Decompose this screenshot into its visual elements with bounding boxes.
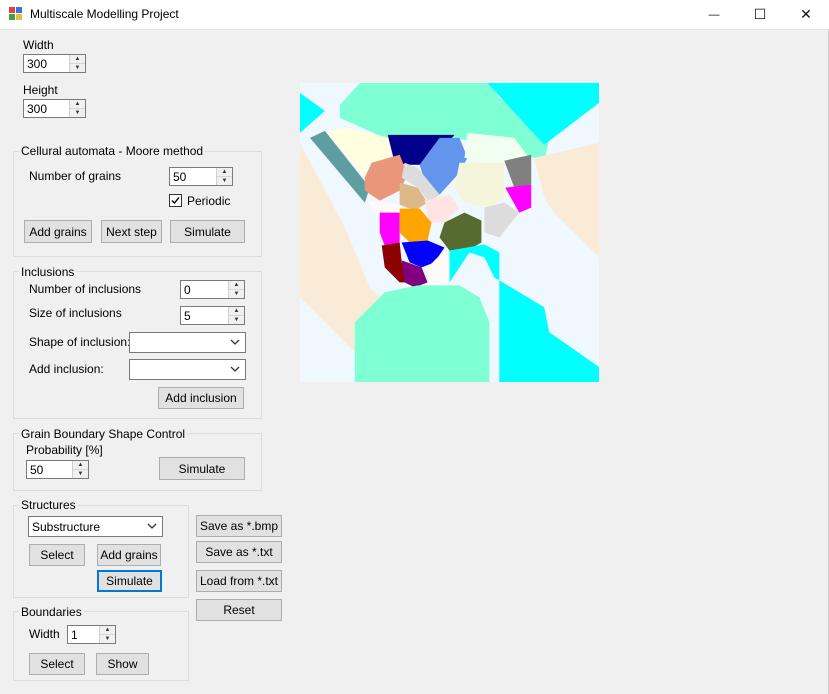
width-label: Width: [23, 38, 54, 52]
boundary-width-label: Width: [29, 627, 60, 641]
height-up-icon[interactable]: ▲: [70, 100, 85, 109]
boundary-width-down-icon[interactable]: ▼: [100, 635, 115, 643]
close-icon: ✕: [800, 6, 812, 22]
ca-simulate-button[interactable]: Simulate: [170, 220, 245, 243]
add-inclusion-label: Add inclusion:: [29, 362, 104, 376]
add-inclusion-button[interactable]: Add inclusion: [158, 387, 244, 409]
inclusions-size-label: Size of inclusions: [29, 306, 122, 320]
structures-simulate-button[interactable]: Simulate: [97, 570, 162, 592]
inclusions-size-stepper[interactable]: 5 ▲ ▼: [180, 306, 245, 325]
height-stepper[interactable]: 300 ▲ ▼: [23, 99, 86, 118]
height-label: Height: [23, 83, 58, 97]
app-icon: [9, 7, 22, 20]
boundary-width-up-icon[interactable]: ▲: [100, 626, 115, 635]
boundaries-select-button[interactable]: Select: [29, 653, 85, 675]
gbsc-group-title: Grain Boundary Shape Control: [19, 427, 188, 441]
inclusions-size-value: 5: [184, 309, 191, 323]
microstructure-canvas[interactable]: [300, 83, 599, 382]
grains-value: 50: [173, 170, 187, 184]
minimize-icon: —: [708, 8, 720, 21]
inclusions-number-down-icon[interactable]: ▼: [229, 290, 244, 298]
periodic-label: Periodic: [187, 194, 231, 208]
boundaries-show-button[interactable]: Show: [96, 653, 149, 675]
maximize-button[interactable]: ☐: [737, 0, 783, 29]
check-icon: [171, 197, 180, 205]
boundary-width-stepper[interactable]: 1 ▲ ▼: [67, 625, 116, 644]
probability-value: 50: [30, 463, 44, 477]
width-down-icon[interactable]: ▼: [70, 64, 85, 72]
grains-up-icon[interactable]: ▲: [217, 168, 232, 177]
periodic-checkbox[interactable]: [169, 194, 182, 207]
maximize-icon: ☐: [753, 6, 767, 22]
probability-down-icon[interactable]: ▼: [73, 470, 88, 478]
gbsc-simulate-button[interactable]: Simulate: [159, 457, 245, 480]
inclusions-number-label: Number of inclusions: [29, 282, 142, 296]
add-grains-button[interactable]: Add grains: [24, 220, 92, 243]
width-up-icon[interactable]: ▲: [70, 55, 85, 64]
shape-label: Shape of inclusion:: [29, 335, 131, 349]
save-bmp-button[interactable]: Save as *.bmp: [196, 515, 282, 537]
grains-stepper[interactable]: 50 ▲ ▼: [169, 167, 233, 186]
chevron-down-icon: [230, 339, 240, 345]
structures-add-grains-button[interactable]: Add grains: [97, 544, 161, 566]
minimize-button[interactable]: —: [691, 0, 737, 29]
inclusions-number-stepper[interactable]: 0 ▲ ▼: [180, 280, 245, 299]
inclusions-size-up-icon[interactable]: ▲: [229, 307, 244, 316]
shape-select[interactable]: [129, 332, 246, 353]
structure-type-select[interactable]: Substructure: [28, 516, 163, 537]
boundaries-group-title: Boundaries: [19, 605, 84, 619]
chevron-down-icon: [147, 523, 157, 529]
inclusions-group-title: Inclusions: [19, 265, 77, 279]
probability-up-icon[interactable]: ▲: [73, 461, 88, 470]
probability-label: Probability [%]: [26, 443, 103, 457]
width-stepper[interactable]: 300 ▲ ▼: [23, 54, 86, 73]
height-down-icon[interactable]: ▼: [70, 109, 85, 117]
save-txt-button[interactable]: Save as *.txt: [196, 541, 282, 563]
probability-stepper[interactable]: 50 ▲ ▼: [26, 460, 89, 479]
ca-group-title: Cellural automata - Moore method: [19, 144, 206, 158]
structures-select-button[interactable]: Select: [29, 544, 85, 566]
width-value: 300: [27, 57, 48, 71]
grains-down-icon[interactable]: ▼: [217, 177, 232, 185]
structure-type-value: Substructure: [32, 520, 101, 534]
boundary-width-value: 1: [71, 628, 78, 642]
chevron-down-icon: [230, 366, 240, 372]
grains-label: Number of grains: [29, 169, 122, 183]
inclusions-number-value: 0: [184, 283, 191, 297]
inclusions-number-up-icon[interactable]: ▲: [229, 281, 244, 290]
inclusions-size-down-icon[interactable]: ▼: [229, 316, 244, 324]
reset-button[interactable]: Reset: [196, 599, 282, 621]
height-value: 300: [27, 102, 48, 116]
add-inclusion-select[interactable]: [129, 359, 246, 380]
close-button[interactable]: ✕: [783, 0, 829, 29]
window-title: Multiscale Modelling Project: [30, 7, 179, 21]
load-txt-button[interactable]: Load from *.txt: [196, 570, 282, 592]
next-step-button[interactable]: Next step: [101, 220, 162, 243]
structures-group-title: Structures: [19, 498, 78, 512]
